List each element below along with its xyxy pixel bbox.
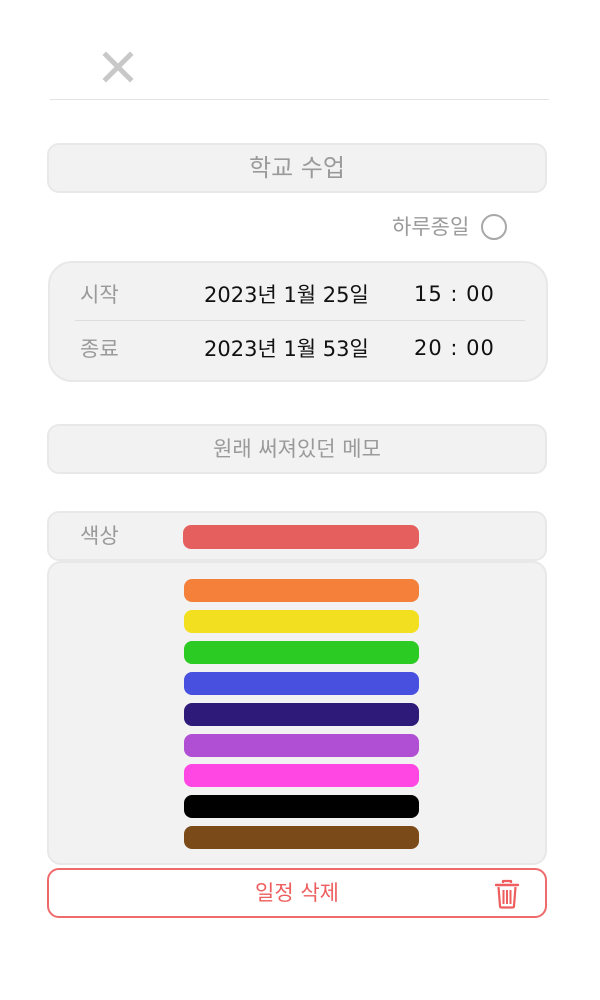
color-label: 색상 bbox=[80, 524, 119, 548]
start-date[interactable]: 2023년 1월 25일 bbox=[204, 279, 369, 309]
allday-label: 하루종일 bbox=[392, 215, 470, 239]
color-option[interactable] bbox=[184, 703, 419, 726]
start-label: 시작 bbox=[80, 283, 119, 307]
color-option[interactable] bbox=[184, 579, 419, 602]
color-option[interactable] bbox=[184, 610, 419, 633]
color-option[interactable] bbox=[184, 641, 419, 664]
delete-event-button[interactable]: 일정 삭제 bbox=[47, 868, 547, 918]
close-button[interactable] bbox=[101, 50, 135, 84]
color-selector[interactable]: 색상 bbox=[47, 511, 547, 561]
color-palette bbox=[47, 561, 547, 865]
event-title-field[interactable]: 학교 수업 bbox=[47, 143, 547, 193]
time-range-box: 시작 2023년 1월 25일 15 : 00 종료 2023년 1월 53일 … bbox=[48, 261, 548, 382]
color-option[interactable] bbox=[184, 795, 419, 818]
header-divider bbox=[50, 99, 549, 100]
time-divider bbox=[75, 320, 525, 321]
allday-toggle[interactable]: 하루종일 bbox=[392, 208, 508, 246]
close-icon bbox=[102, 51, 134, 83]
delete-label: 일정 삭제 bbox=[255, 881, 339, 905]
trash-icon bbox=[493, 879, 521, 909]
color-option[interactable] bbox=[184, 734, 419, 757]
start-time[interactable]: 15 : 00 bbox=[414, 282, 495, 306]
color-option[interactable] bbox=[184, 826, 419, 849]
selected-color-swatch[interactable] bbox=[183, 525, 419, 549]
end-label: 종료 bbox=[80, 337, 119, 361]
color-option[interactable] bbox=[184, 672, 419, 695]
end-time[interactable]: 20 : 00 bbox=[414, 336, 495, 360]
end-row: 종료 2023년 1월 53일 20 : 00 bbox=[50, 323, 546, 373]
end-date[interactable]: 2023년 1월 53일 bbox=[204, 333, 369, 363]
start-row: 시작 2023년 1월 25일 15 : 00 bbox=[50, 269, 546, 319]
memo-field[interactable]: 원래 써져있던 메모 bbox=[47, 424, 547, 474]
allday-radio[interactable] bbox=[481, 214, 508, 240]
color-option[interactable] bbox=[184, 764, 419, 787]
